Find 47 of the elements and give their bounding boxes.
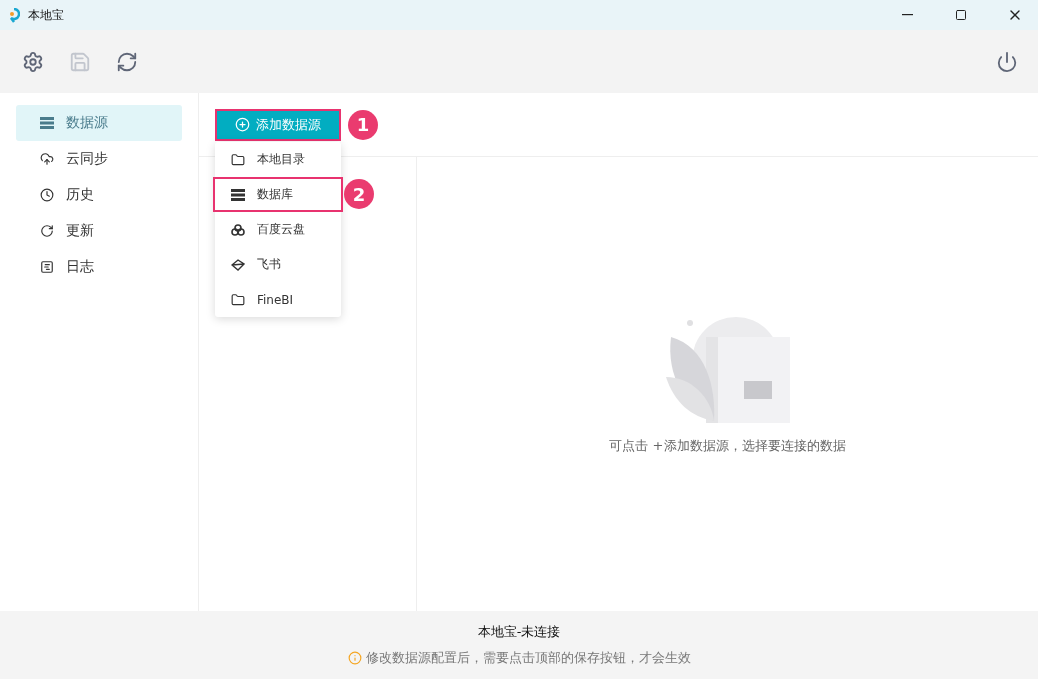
refresh-icon xyxy=(116,50,138,73)
power-button[interactable] xyxy=(996,50,1018,73)
menu-item-label: 飞书 xyxy=(257,256,281,273)
sidebar-item-label: 日志 xyxy=(66,258,94,276)
sidebar-item-label: 更新 xyxy=(66,222,94,240)
menu-item-label: 数据库 xyxy=(257,186,293,203)
info-icon xyxy=(347,651,362,665)
cloud-upload-icon xyxy=(40,152,54,166)
sidebar-item[interactable]: 历史 xyxy=(16,177,182,213)
refresh-button[interactable] xyxy=(116,50,138,73)
menu-item[interactable]: 本地目录 xyxy=(213,142,343,177)
minimize-icon xyxy=(901,14,913,16)
plus-circle-icon xyxy=(235,117,250,132)
step-badge: 1 xyxy=(348,109,378,140)
menu-item-label: 百度云盘 xyxy=(257,221,305,238)
sidebar-item[interactable]: 日志 xyxy=(16,249,182,285)
database-icon xyxy=(40,117,54,129)
maximize-icon xyxy=(955,9,967,21)
hint-text: 修改数据源配置后，需要点击顶部的保存按钮，才会生效 xyxy=(365,649,691,667)
save-icon xyxy=(69,50,91,73)
sidebar-item-label: 数据源 xyxy=(66,114,108,132)
sidebar-item[interactable]: 更新 xyxy=(16,213,182,249)
settings-icon xyxy=(22,50,44,73)
folder-icon xyxy=(231,152,245,167)
menu-item[interactable]: FineBI xyxy=(213,282,343,317)
sidebar-item[interactable]: 数据源 xyxy=(16,105,182,141)
database-icon xyxy=(231,188,245,201)
rings-icon xyxy=(231,223,245,236)
menu-item[interactable]: 飞书 xyxy=(213,247,343,282)
sidebar-item-label: 云同步 xyxy=(66,150,108,168)
folder-icon xyxy=(231,292,245,307)
update-icon xyxy=(40,224,54,238)
connection-status: 本地宝-未连接 xyxy=(477,623,561,641)
settings-button[interactable] xyxy=(22,50,44,73)
empty-message: 可点击 +添加数据源，选择要连接的数据 xyxy=(609,437,846,455)
window-title: 本地宝 xyxy=(28,6,65,24)
sidebar-item-label: 历史 xyxy=(66,186,94,204)
step-badge: 2 xyxy=(344,179,374,209)
log-icon xyxy=(40,260,54,274)
logo-icon xyxy=(8,7,20,23)
sidebar-item[interactable]: 云同步 xyxy=(16,141,182,177)
menu-item-label: 本地目录 xyxy=(257,151,305,168)
menu-item[interactable]: 百度云盘 xyxy=(213,212,343,247)
menu-item-label: FineBI xyxy=(257,292,294,307)
clock-icon xyxy=(40,188,54,202)
power-icon xyxy=(996,50,1018,73)
menu-item[interactable]: 数据库 xyxy=(213,177,343,212)
